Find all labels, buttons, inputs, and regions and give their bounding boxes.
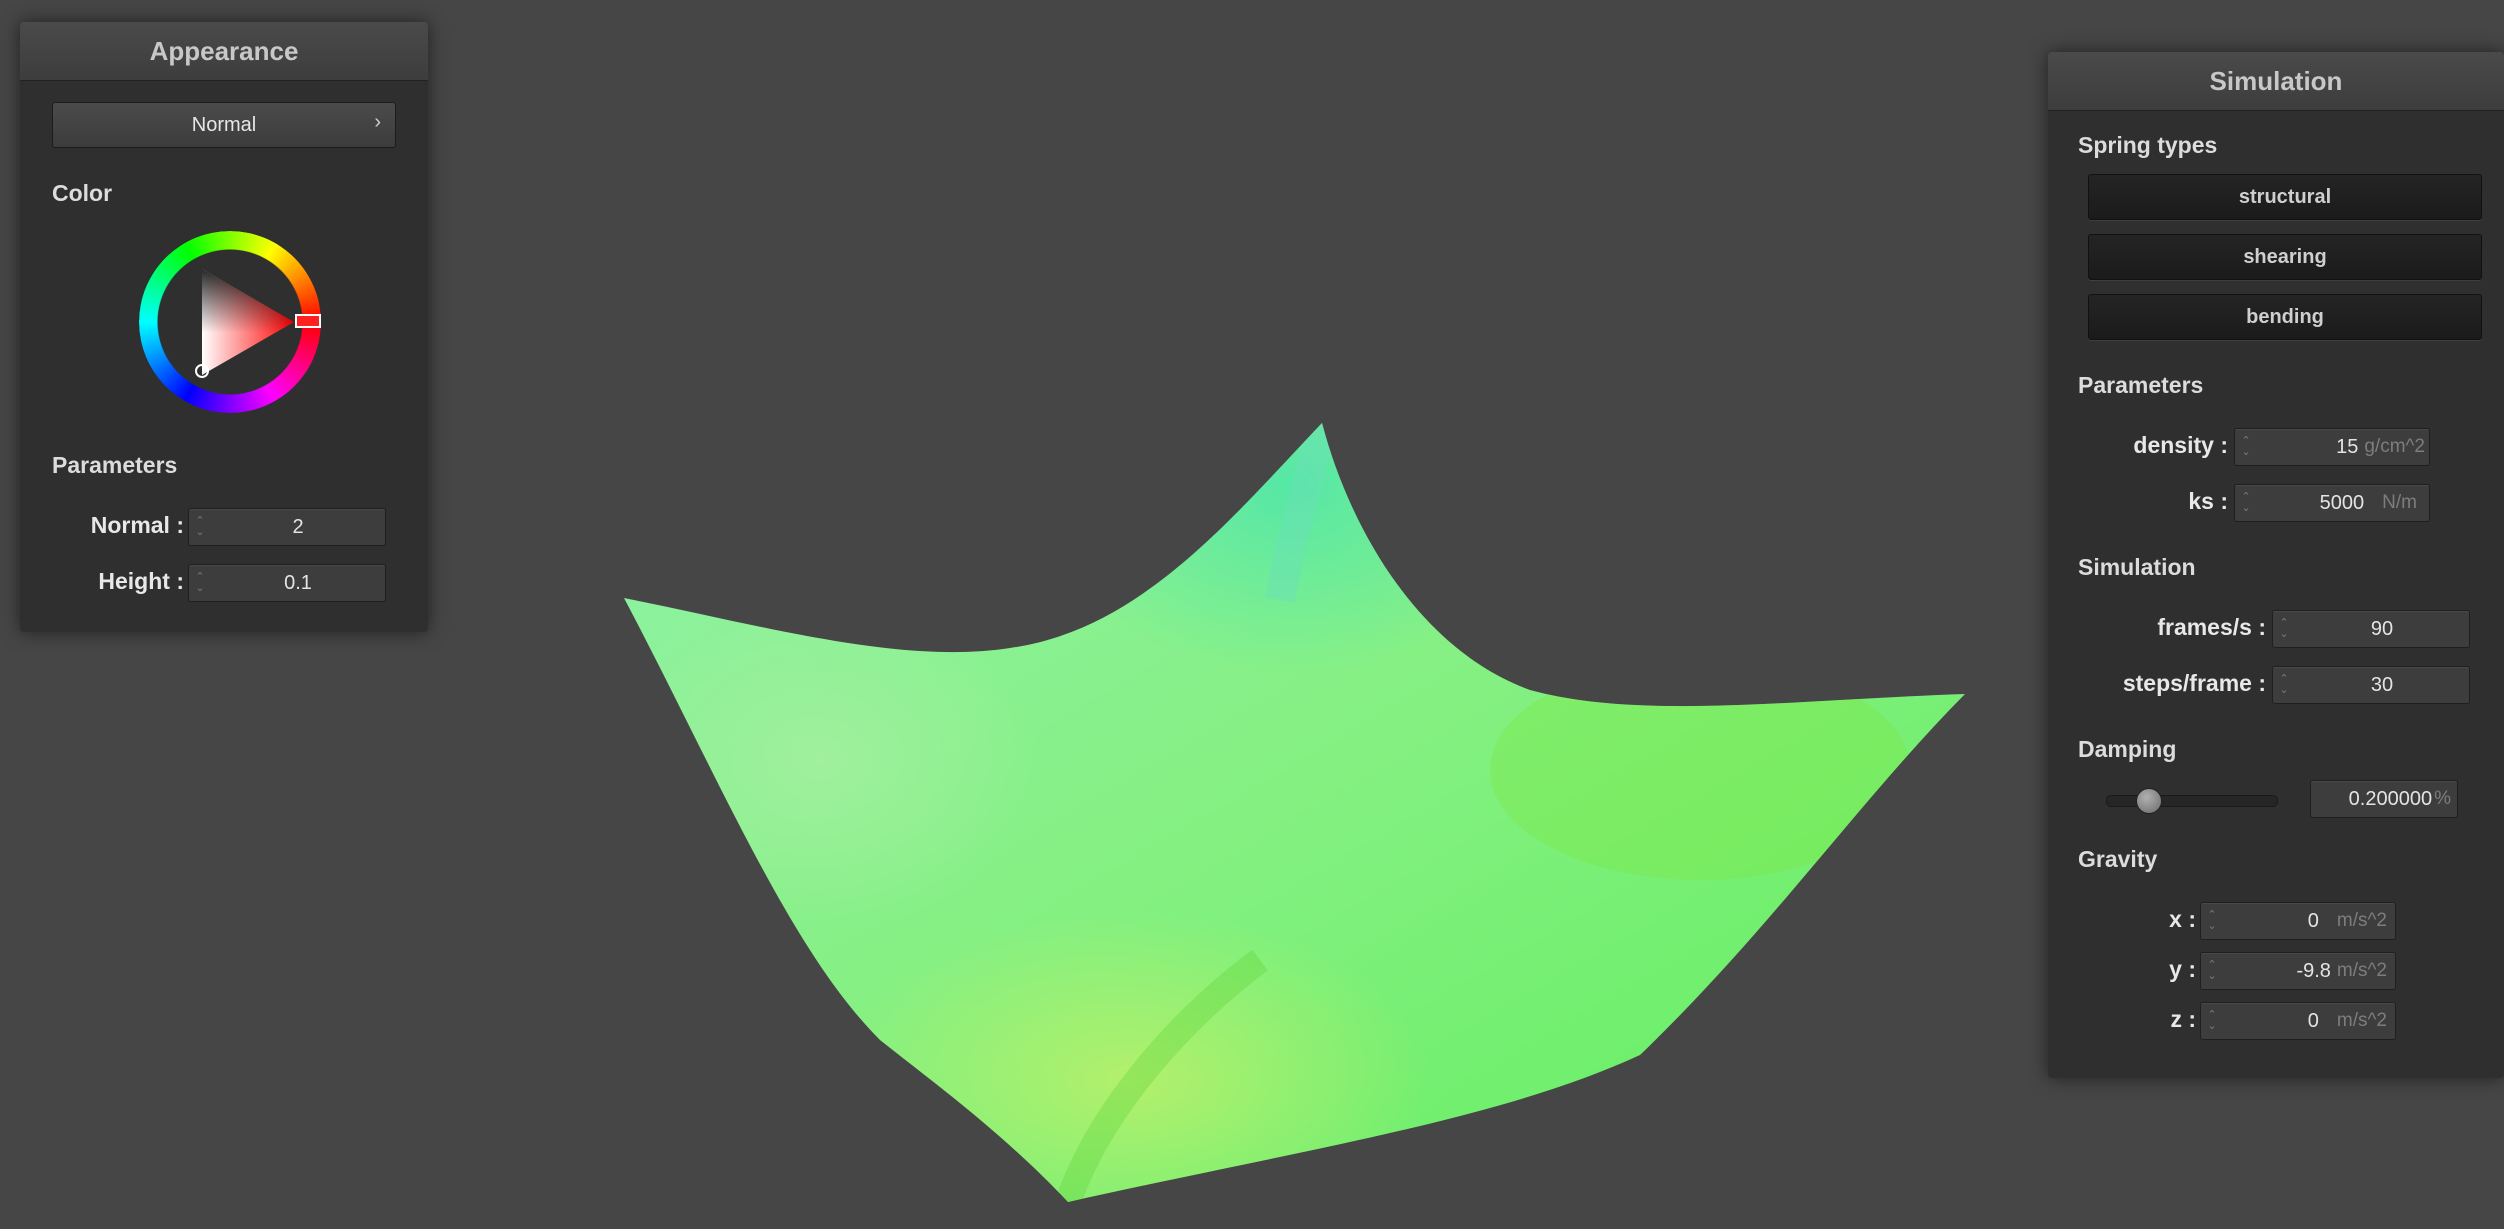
spinner-icon[interactable]: ⌃ ⌄ [2201,1004,2223,1038]
bending-toggle[interactable]: bending [2088,294,2482,340]
density-label: density : [2133,432,2228,458]
gravity-y-label: y : [2169,956,2196,982]
gravity-label: Gravity [2078,846,2158,872]
damping-unit: % [2434,788,2451,809]
height-input[interactable]: ⌃ ⌄ 0.1 [188,564,386,602]
ks-label: ks : [2188,488,2228,514]
gravity-y-unit: m/s^2 [2336,960,2387,981]
damping-label: Damping [2078,736,2177,762]
normal-value: 2 [292,515,304,538]
frames-per-second-input[interactable]: ⌃ ⌄ 90 [2272,610,2470,648]
color-section-label: Color [52,180,113,206]
appearance-parameters-label: Parameters [52,452,178,478]
gravity-z-value: 0 [2307,1009,2319,1032]
gravity-x-input[interactable]: ⌃ ⌄ 0 m/s^2 [2200,902,2396,940]
spinner-icon[interactable]: ⌃ ⌄ [2201,954,2223,988]
gravity-x-value: 0 [2307,909,2319,932]
height-value: 0.1 [284,571,312,594]
gravity-x-label: x : [2169,906,2196,932]
gravity-x-unit: m/s^2 [2336,910,2387,931]
gravity-y-value: -9.8 [2296,959,2331,982]
appearance-panel-title[interactable]: Appearance [20,22,428,81]
damping-slider[interactable] [2106,786,2278,814]
density-unit: g/cm^2 [2364,436,2425,457]
hue-handle[interactable] [295,314,321,328]
gravity-y-input[interactable]: ⌃ ⌄ -9.8 m/s^2 [2200,952,2396,990]
ks-value: 5000 [2319,491,2365,514]
gravity-z-unit: m/s^2 [2336,1010,2387,1031]
density-input[interactable]: ⌃ ⌄ 15 g/cm^2 [2234,428,2430,466]
frames-per-second-label: frames/s : [2157,614,2266,640]
chevron-right-icon: › [374,111,381,133]
saturation-triangle[interactable] [139,231,321,413]
spinner-icon[interactable]: ⌃ ⌄ [2273,668,2295,702]
spinner-icon[interactable]: ⌃ ⌄ [2273,612,2295,646]
spring-types-label: Spring types [2078,132,2218,158]
spinner-icon[interactable]: ⌃ ⌄ [2235,430,2257,464]
ks-unit: N/m [2382,492,2417,513]
shader-select-label: Normal [191,113,257,136]
damping-slider-thumb[interactable] [2135,788,2162,814]
spinner-icon[interactable]: ⌃ ⌄ [189,510,211,544]
fps-value: 90 [2370,617,2394,640]
ks-input[interactable]: ⌃ ⌄ 5000 N/m [2234,484,2430,522]
normal-input[interactable]: ⌃ ⌄ 2 [188,508,386,546]
simulation-panel-title[interactable]: Simulation [2048,52,2504,111]
damping-value: 0.200000 [2348,787,2433,810]
spinner-icon[interactable]: ⌃ ⌄ [2235,486,2257,520]
spinner-icon[interactable]: ⌃ ⌄ [189,566,211,600]
gravity-z-label: z : [2170,1006,2196,1032]
simulation-section-label: Simulation [2078,554,2196,580]
normal-label: Normal : [90,512,184,538]
simulation-parameters-label: Parameters [2078,372,2204,398]
spinner-icon[interactable]: ⌃ ⌄ [2201,904,2223,938]
height-label: Height : [98,568,184,594]
shearing-toggle[interactable]: shearing [2088,234,2482,280]
gravity-z-input[interactable]: ⌃ ⌄ 0 m/s^2 [2200,1002,2396,1040]
color-wheel[interactable] [139,231,321,413]
shader-select-button[interactable]: Normal › [52,102,396,148]
damping-slider-track [2106,795,2278,807]
density-value: 15 [2336,435,2359,458]
structural-toggle[interactable]: structural [2088,174,2482,220]
simulation-panel: Simulation Spring types structural shear… [2048,52,2504,1078]
steps-per-frame-label: steps/frame : [2122,670,2266,696]
damping-input[interactable]: 0.200000 % [2310,780,2458,818]
appearance-panel: Appearance Normal › Color Parameters Nor… [20,22,428,632]
steps-value: 30 [2370,673,2394,696]
steps-per-frame-input[interactable]: ⌃ ⌄ 30 [2272,666,2470,704]
